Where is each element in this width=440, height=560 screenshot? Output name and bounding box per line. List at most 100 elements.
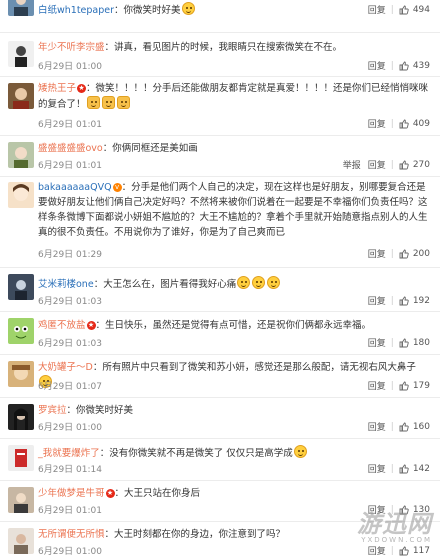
comment-time: 6月29日 01:07 [38, 382, 102, 392]
comment-username[interactable]: 白纸wh1tepaper [38, 5, 114, 16]
crying-emoji-icon [252, 276, 266, 289]
comment-username[interactable]: bakaaaaaaQVQ [38, 182, 112, 193]
like-count: 160 [412, 421, 430, 432]
divider: | [390, 248, 394, 259]
smile-emoji-icon [293, 445, 307, 458]
comment-text: ：讲真，看见图片的时候，我眼睛只在搜索微笑在不在。 [104, 42, 343, 53]
like-icon[interactable] [399, 296, 409, 306]
like-icon[interactable] [399, 119, 409, 129]
reply-button[interactable]: 回复 [368, 420, 386, 433]
reply-button[interactable]: 回复 [368, 117, 386, 130]
divider: | [390, 60, 394, 71]
avatar[interactable] [8, 445, 34, 471]
divider: | [390, 337, 394, 348]
comment-username[interactable]: 罗宾拉 [38, 405, 67, 416]
reply-button[interactable]: 回复 [368, 294, 386, 307]
reply-button[interactable]: 回复 [368, 158, 386, 171]
comment-time: 6月29日 01:03 [38, 339, 102, 349]
divider: | [390, 295, 394, 306]
comment-item: 鸡匿不放盐 ★：生日快乐，虽然还是觉得有点可惜，还是祝你们俩都永远幸福。 6月29… [0, 312, 440, 355]
like-count: 270 [412, 159, 430, 170]
comment-item: 年少不听李宗盛：讲真，看见图片的时候，我眼睛只在搜索微笑在不在。 6月29日 0… [0, 33, 440, 77]
like-icon[interactable] [399, 61, 409, 71]
comment-item: 大奶罐子～D：所有照片中只看到了微笑和苏小妍，感觉还是那么般配，请无视右风大鼻子… [0, 355, 440, 398]
comment-username[interactable]: 大奶罐子～D [38, 362, 93, 373]
like-icon[interactable] [399, 546, 409, 556]
like-icon[interactable] [399, 464, 409, 474]
like-icon[interactable] [399, 422, 409, 432]
comment-username[interactable]: 艾米莉楼one [38, 279, 94, 290]
reply-button[interactable]: 回复 [368, 462, 386, 475]
reply-button[interactable]: 回复 [368, 379, 386, 392]
like-count: 179 [412, 380, 430, 391]
like-icon[interactable] [399, 5, 409, 15]
crying-emoji-icon [181, 2, 195, 15]
reply-button[interactable]: 回复 [368, 503, 386, 516]
like-icon[interactable] [399, 249, 409, 259]
cat-emoji-icon [101, 96, 115, 109]
comment-username[interactable]: 无所谓便无所惧 [38, 529, 105, 540]
comment-username[interactable]: 鸡匿不放盐 [38, 320, 86, 331]
comment-item: 白纸wh1tepaper：你微笑时好美 回复 | 494 [0, 0, 440, 33]
like-count: 439 [412, 60, 430, 71]
comment-time: 6月29日 01:01 [38, 120, 102, 130]
star-badge-icon: ★ [105, 489, 115, 498]
comment-item: 盛盛盛盛盛ovo：你俩同框还是美如画 6月29日 01:01 举报 回复 | 27… [0, 136, 440, 177]
cat-emoji-icon [86, 96, 100, 109]
divider: | [390, 504, 394, 515]
divider: | [390, 118, 394, 129]
comment-time: 6月29日 01:03 [38, 297, 102, 307]
comment-text: ：生日快乐，虽然还是觉得有点可惜，还是祝你们俩都永远幸福。 [95, 320, 372, 331]
avatar[interactable] [8, 142, 34, 168]
reply-button[interactable]: 回复 [368, 247, 386, 260]
comment-time: 6月29日 01:29 [38, 250, 102, 260]
like-count: 192 [412, 295, 430, 306]
like-count: 200 [412, 248, 430, 259]
reply-button[interactable]: 回复 [368, 336, 386, 349]
avatar[interactable] [8, 83, 34, 109]
avatar[interactable] [8, 404, 34, 430]
star-badge-icon: ★ [77, 84, 87, 93]
like-icon[interactable] [399, 381, 409, 391]
avatar[interactable] [8, 274, 34, 300]
report-button[interactable]: 举报 [343, 158, 361, 171]
comment-time: 6月29日 01:00 [38, 62, 102, 72]
divider: | [390, 4, 394, 15]
like-count: 130 [412, 504, 430, 515]
comment-item: 罗宾拉：你微笑时好美 6月29日 01:00 回复 | 160 [0, 398, 440, 439]
comment-item: bakaaaaaaQVQ v ：分手是他们两个人自己的决定，现在这样也是好朋友，别哪… [0, 177, 440, 268]
like-icon[interactable] [399, 505, 409, 515]
avatar[interactable] [8, 41, 34, 67]
avatar[interactable] [8, 361, 34, 387]
divider: | [390, 380, 394, 391]
divider: | [390, 159, 394, 170]
avatar[interactable] [8, 318, 34, 344]
divider: | [390, 421, 394, 432]
comment-item: 无所谓便无所惧：大王时刻都在你的身边，你注意到了吗？ 6月29日 01:00 回… [0, 522, 440, 560]
comment-username[interactable]: 矮热王子 [38, 83, 76, 94]
reply-button[interactable]: 回复 [368, 3, 386, 16]
avatar[interactable] [8, 528, 34, 554]
comment-item: 矮热王子 ★：微笑！！！！分手后还能做朋友都肯定就是真爱！！！！还是你们已经悄悄咪… [0, 77, 440, 136]
comment-username[interactable]: 盛盛盛盛盛ovo [38, 143, 103, 154]
comment-time: 6月29日 01:01 [38, 506, 102, 516]
comment-username[interactable]: 少年做梦是牛哥 [38, 488, 105, 499]
comment-username[interactable]: _我就要爆炸了 [38, 448, 100, 459]
comment-time: 6月29日 01:14 [38, 465, 102, 475]
like-count: 494 [412, 4, 430, 15]
reply-button[interactable]: 回复 [368, 544, 386, 557]
avatar[interactable] [8, 182, 34, 208]
like-count: 180 [412, 337, 430, 348]
divider: | [390, 463, 394, 474]
verified-badge-icon: v [112, 183, 122, 192]
avatar[interactable] [8, 0, 34, 16]
avatar[interactable] [8, 487, 34, 513]
like-icon[interactable] [399, 338, 409, 348]
comment-username[interactable]: 年少不听李宗盛 [38, 42, 105, 53]
comment-text: ：大王时刻都在你的身边，你注意到了吗？ [104, 529, 286, 540]
divider: | [390, 545, 394, 556]
comment-text: ：大王只站在你身后 [114, 488, 201, 499]
comment-text: ：你微笑时好美 [66, 405, 134, 416]
like-icon[interactable] [399, 160, 409, 170]
reply-button[interactable]: 回复 [368, 59, 386, 72]
